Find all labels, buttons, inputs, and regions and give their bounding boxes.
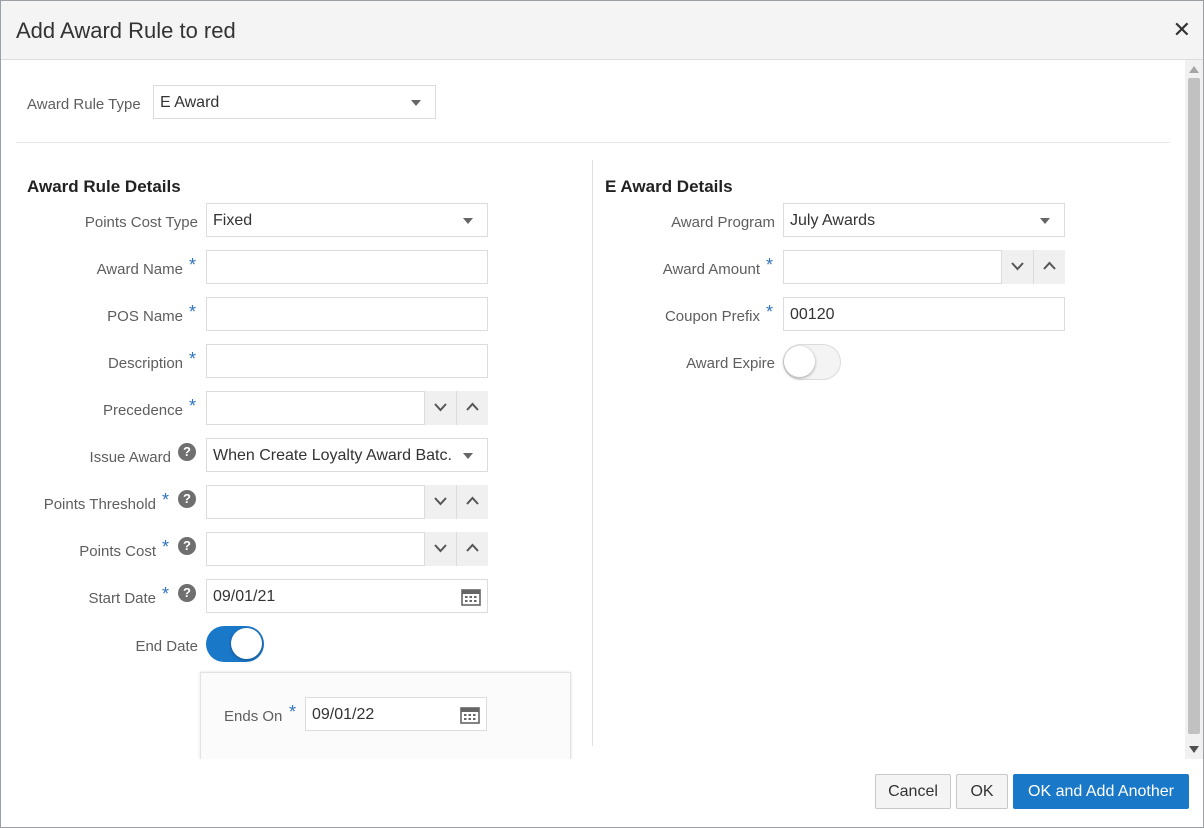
points-cost-stepper[interactable] xyxy=(206,532,488,566)
required-marker: * xyxy=(766,255,774,275)
chevron-down-icon[interactable] xyxy=(1001,250,1033,284)
vertical-scrollbar[interactable] xyxy=(1185,60,1203,759)
section-divider xyxy=(16,142,1170,143)
award-rule-details-title: Award Rule Details xyxy=(27,177,181,196)
scroll-down-icon[interactable] xyxy=(1189,746,1199,753)
award-rule-type-label: Award Rule Type xyxy=(27,96,141,113)
calendar-icon[interactable] xyxy=(460,706,480,729)
column-divider xyxy=(592,160,593,746)
coupon-prefix-value: 00120 xyxy=(790,306,835,323)
ends-on-label: Ends On xyxy=(224,708,283,725)
start-date-input[interactable]: 09/01/21 xyxy=(206,579,488,613)
ok-button[interactable]: OK xyxy=(956,774,1008,809)
issue-award-value: When Create Loyalty Award Batc... xyxy=(213,447,453,464)
chevron-down-icon[interactable] xyxy=(424,391,456,425)
points-threshold-stepper[interactable] xyxy=(206,485,488,519)
points-cost-label: Points Cost xyxy=(79,543,156,560)
chevron-down-icon[interactable] xyxy=(424,532,456,566)
close-icon[interactable]: ✕ xyxy=(1173,19,1191,41)
chevron-down-icon[interactable] xyxy=(424,485,456,519)
points-cost-type-label: Points Cost Type xyxy=(84,214,198,231)
help-icon[interactable]: ? xyxy=(178,443,196,461)
award-program-value: July Awards xyxy=(790,212,876,229)
ok-and-add-another-button[interactable]: OK and Add Another xyxy=(1013,774,1189,809)
required-marker: * xyxy=(766,302,774,322)
issue-award-select[interactable]: When Create Loyalty Award Batc... xyxy=(206,438,488,472)
toggle-knob xyxy=(231,628,262,659)
required-marker: * xyxy=(189,255,197,275)
help-icon[interactable]: ? xyxy=(178,584,196,602)
caret-down-icon xyxy=(411,100,421,106)
description-input[interactable] xyxy=(206,344,488,378)
award-expire-label: Award Expire xyxy=(686,355,775,372)
required-marker: * xyxy=(289,702,297,722)
scroll-up-icon[interactable] xyxy=(1189,66,1199,73)
precedence-label: Precedence xyxy=(102,402,183,419)
dialog-header: Add Award Rule to red ✕ xyxy=(1,1,1203,60)
dialog-title: Add Award Rule to red xyxy=(16,18,236,43)
chevron-up-icon[interactable] xyxy=(456,391,488,425)
required-marker: * xyxy=(162,490,170,510)
required-marker: * xyxy=(162,537,170,557)
award-name-label: Award Name xyxy=(96,261,183,278)
ends-on-panel: Ends On * 09/01/22 xyxy=(200,672,571,759)
caret-down-icon xyxy=(1040,218,1050,224)
help-icon[interactable]: ? xyxy=(178,537,196,555)
ends-on-input[interactable]: 09/01/22 xyxy=(305,697,487,731)
description-label: Description xyxy=(107,355,183,372)
issue-award-label: Issue Award xyxy=(89,449,171,466)
ends-on-value: 09/01/22 xyxy=(312,706,375,723)
points-cost-type-select[interactable]: Fixed xyxy=(206,203,488,237)
pos-name-label: POS Name xyxy=(107,308,183,325)
chevron-up-icon[interactable] xyxy=(1033,250,1065,284)
award-amount-stepper[interactable] xyxy=(783,250,1065,284)
required-marker: * xyxy=(189,302,197,322)
award-name-input[interactable] xyxy=(206,250,488,284)
scroll-thumb[interactable] xyxy=(1188,78,1200,734)
toggle-knob xyxy=(784,346,815,377)
award-rule-type-value: E Award xyxy=(160,94,220,111)
required-marker: * xyxy=(189,349,197,369)
caret-down-icon xyxy=(463,453,473,459)
required-marker: * xyxy=(162,584,170,604)
pos-name-input[interactable] xyxy=(206,297,488,331)
award-rule-type-select[interactable]: E Award xyxy=(153,85,436,119)
chevron-up-icon[interactable] xyxy=(456,485,488,519)
chevron-up-icon[interactable] xyxy=(456,532,488,566)
award-program-select[interactable]: July Awards xyxy=(783,203,1065,237)
precedence-stepper[interactable] xyxy=(206,391,488,425)
start-date-value: 09/01/21 xyxy=(213,588,276,605)
dialog-footer: Cancel OK OK and Add Another xyxy=(1,759,1203,827)
e-award-details-title: E Award Details xyxy=(605,177,733,196)
coupon-prefix-input[interactable]: 00120 xyxy=(783,297,1065,331)
coupon-prefix-label: Coupon Prefix xyxy=(664,308,760,325)
dialog-body: Award Rule Type E Award Award Rule Detai… xyxy=(1,60,1183,759)
add-award-rule-dialog: Add Award Rule to red ✕ Award Rule Type … xyxy=(0,0,1204,828)
start-date-label: Start Date xyxy=(88,590,156,607)
calendar-icon[interactable] xyxy=(461,588,481,611)
award-program-label: Award Program xyxy=(671,214,775,231)
required-marker: * xyxy=(189,396,197,416)
caret-down-icon xyxy=(463,218,473,224)
cancel-button[interactable]: Cancel xyxy=(875,774,951,809)
award-amount-label: Award Amount xyxy=(662,261,760,278)
award-expire-toggle[interactable] xyxy=(783,344,841,380)
help-icon[interactable]: ? xyxy=(178,490,196,508)
points-threshold-label: Points Threshold xyxy=(43,496,156,513)
points-cost-type-value: Fixed xyxy=(213,212,253,229)
end-date-toggle[interactable] xyxy=(206,626,264,662)
end-date-label: End Date xyxy=(135,638,198,655)
